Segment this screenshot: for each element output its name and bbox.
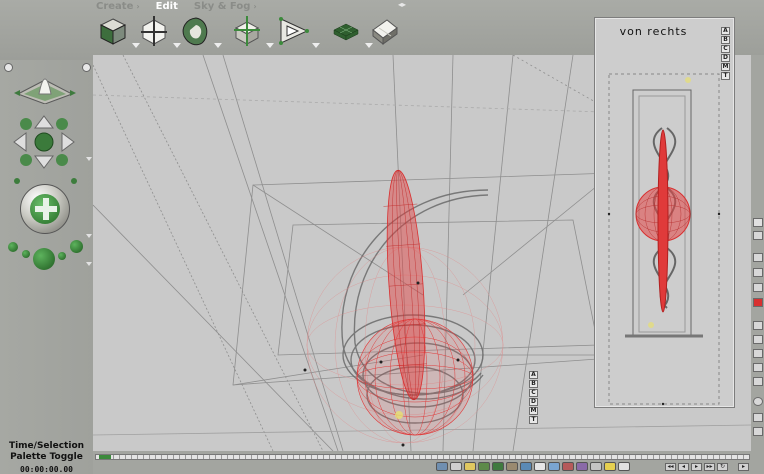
- viewport-control-t[interactable]: T: [529, 416, 538, 424]
- inset-control-m[interactable]: M: [721, 63, 730, 71]
- viewport-control-d[interactable]: D: [529, 398, 538, 406]
- tray-render-icon[interactable]: [604, 462, 616, 471]
- pen-tool-icon[interactable]: [753, 231, 763, 240]
- trackball-sphere-icon[interactable]: [20, 184, 70, 234]
- tray-fog-icon[interactable]: [590, 462, 602, 471]
- tab-create[interactable]: Create ›: [96, 1, 140, 12]
- inset-wireframe: [607, 73, 721, 406]
- tray-cloud-icon[interactable]: [534, 462, 546, 471]
- tray-plant-icon[interactable]: [492, 462, 504, 471]
- panel-d-icon[interactable]: [753, 363, 763, 372]
- tray-light-icon[interactable]: [464, 462, 476, 471]
- timecode-display: 00:00:00.00: [20, 465, 73, 474]
- create-plane-icon: [372, 19, 398, 46]
- small-green-knob-right[interactable]: [71, 178, 77, 184]
- trackball-dropdown-icon[interactable]: [86, 234, 92, 238]
- play-button[interactable]: ▸: [691, 463, 702, 471]
- timeline-expand-button[interactable]: ▸: [738, 463, 749, 471]
- object-list-icon[interactable]: [753, 268, 763, 277]
- create-pyramid-icon: [279, 17, 309, 45]
- create-cone-button[interactable]: [232, 16, 274, 50]
- camera-trackball-icon[interactable]: [14, 60, 76, 105]
- timeline-ticks: [96, 455, 749, 459]
- inset-control-c[interactable]: C: [721, 45, 730, 53]
- inset-control-t[interactable]: T: [721, 72, 730, 80]
- camera-direction-pad[interactable]: [10, 114, 78, 170]
- create-cone-icon: [234, 16, 260, 46]
- brush-tool-icon[interactable]: [753, 218, 763, 227]
- tray-export-icon[interactable]: [618, 462, 630, 471]
- create-torus-icon: [182, 17, 208, 46]
- viewport-control-a[interactable]: A: [529, 371, 538, 379]
- create-sphere-button[interactable]: [139, 16, 181, 50]
- playhead-marker[interactable]: [99, 455, 111, 459]
- tray-rock-icon[interactable]: [506, 462, 518, 471]
- zoom-small-left-icon[interactable]: [8, 242, 18, 252]
- viewport-control-b[interactable]: B: [529, 380, 538, 388]
- render-globe-icon[interactable]: [753, 397, 763, 406]
- create-torus-button[interactable]: [180, 16, 222, 50]
- time-selection-label[interactable]: Time/Selection: [0, 441, 93, 451]
- step-forward-button[interactable]: ▸▸: [704, 463, 715, 471]
- create-terrain-button[interactable]: [331, 16, 373, 50]
- zoom-small-mid-icon[interactable]: [22, 250, 30, 258]
- create-terrain-icon: [333, 23, 359, 41]
- inset-control-d[interactable]: D: [721, 54, 730, 62]
- rewind-button[interactable]: ◂◂: [665, 463, 676, 471]
- viewport-control-m[interactable]: M: [529, 407, 538, 415]
- inset-view-title[interactable]: von rechts: [595, 25, 712, 38]
- move-left-icon[interactable]: [4, 63, 13, 72]
- camera-inset-view[interactable]: von rechts A B C D M T: [594, 17, 735, 408]
- expand-toolbar-icon[interactable]: ◂▸: [398, 0, 406, 9]
- create-sphere-icon: [141, 16, 167, 46]
- small-green-knob-left[interactable]: [14, 178, 20, 184]
- zoom-tool-icon[interactable]: [753, 427, 763, 436]
- timeline-scrubber[interactable]: [95, 454, 750, 460]
- tray-texture-icon[interactable]: [576, 462, 588, 471]
- timeline-bar: ◂◂ ◂ ▸ ▸▸ ↻ ▸: [93, 451, 764, 474]
- hand-tool-icon[interactable]: [753, 413, 763, 422]
- right-tool-strip: [751, 55, 764, 451]
- inset-control-b[interactable]: B: [721, 36, 730, 44]
- viewport-controls: A B C D M T: [529, 371, 539, 424]
- zoom-dropdown-icon[interactable]: [86, 262, 92, 266]
- create-plane-button[interactable]: [369, 16, 405, 50]
- tray-terrain-icon[interactable]: [478, 462, 490, 471]
- tray-water-icon[interactable]: [520, 462, 532, 471]
- step-back-button[interactable]: ◂: [678, 463, 689, 471]
- panel-a-icon[interactable]: [753, 321, 763, 330]
- panel-e-icon[interactable]: [753, 377, 763, 386]
- group-tool-icon[interactable]: [753, 283, 763, 292]
- menu-tabs: Create › Edit Sky & Fog ›: [96, 1, 257, 12]
- tab-sky-fog[interactable]: Sky & Fog ›: [194, 1, 257, 12]
- palette-toggle-label[interactable]: Palette Toggle: [0, 452, 93, 462]
- layer-tool-icon[interactable]: [753, 253, 763, 262]
- tab-edit[interactable]: Edit: [156, 1, 178, 12]
- move-right-icon[interactable]: [82, 63, 91, 72]
- zoom-medium-icon[interactable]: [70, 240, 83, 253]
- viewport-control-c[interactable]: C: [529, 389, 538, 397]
- left-palette: Time/Selection Palette Toggle 00:00:00.0…: [0, 0, 93, 474]
- loop-button[interactable]: ↻: [717, 463, 728, 471]
- panel-b-icon[interactable]: [753, 335, 763, 344]
- inset-controls: A B C D M T: [721, 27, 731, 80]
- direction-dropdown-icon[interactable]: [86, 157, 92, 161]
- record-icon[interactable]: [753, 298, 763, 307]
- panel-c-icon[interactable]: [753, 349, 763, 358]
- tray-sky-icon[interactable]: [548, 462, 560, 471]
- light-marker-icon[interactable]: [395, 411, 403, 419]
- create-cube-button[interactable]: [98, 16, 140, 50]
- inset-control-a[interactable]: A: [721, 27, 730, 35]
- zoom-small-right-icon[interactable]: [58, 252, 66, 260]
- create-pyramid-button[interactable]: [278, 16, 320, 50]
- create-cube-icon: [99, 18, 127, 45]
- tray-sphere-icon[interactable]: [436, 462, 448, 471]
- tray-material-icon[interactable]: [562, 462, 574, 471]
- zoom-large-icon[interactable]: [33, 248, 55, 270]
- tray-camera-icon[interactable]: [450, 462, 462, 471]
